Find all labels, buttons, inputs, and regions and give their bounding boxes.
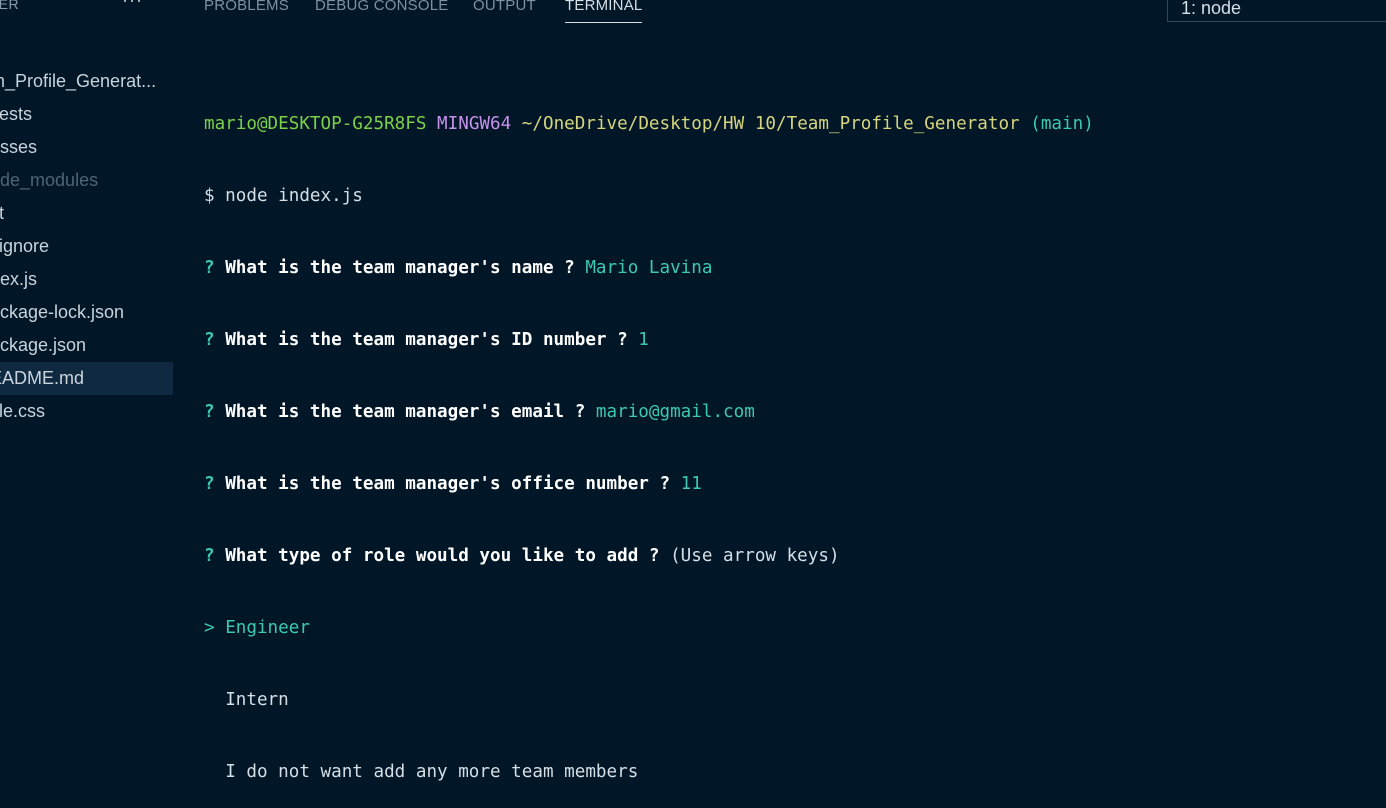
tree-item-label: ode_modules	[0, 170, 99, 190]
question-mark: ?	[204, 474, 215, 494]
tree-item[interactable]: ackage.json	[0, 329, 173, 362]
option-label: Engineer	[225, 618, 310, 638]
terminal-output[interactable]: mario@DESKTOP-G25R8FS MINGW64 ~/OneDrive…	[204, 64, 1374, 808]
question-mark: ?	[204, 402, 215, 422]
tree-item-label: dex.js	[0, 269, 38, 289]
tree-item[interactable]: itignore	[0, 230, 173, 263]
terminal-select[interactable]: 1: node	[1167, 0, 1386, 22]
question-text: What is the team manager's ID number ?	[225, 330, 628, 350]
terminal-select-value: 1: node	[1181, 0, 1242, 18]
tree-item-label: st	[0, 203, 5, 223]
prompt-env: MINGW64	[437, 114, 512, 134]
explorer-sidebar: RER ··· ) m_Profile_Generat... sests ass…	[0, 0, 173, 425]
tree-item-label: sests	[0, 104, 33, 124]
answer-text: Mario Lavina	[585, 258, 713, 278]
tree-item[interactable]: m_Profile_Generat...	[0, 65, 173, 98]
tree-item[interactable]: yle.css	[0, 395, 173, 425]
question-mark: ?	[204, 546, 215, 566]
option-intern[interactable]: Intern	[204, 688, 1374, 712]
answer-text: 11	[680, 474, 702, 494]
tab-terminal[interactable]: TERMINAL	[565, 0, 643, 24]
tree-item-label: ackage.json	[0, 335, 87, 355]
tree-item[interactable]: dex.js	[0, 263, 173, 296]
tree-item-label: EADME.md	[0, 368, 85, 388]
prompt-branch: (main)	[1030, 114, 1094, 134]
answer-text: mario@gmail.com	[595, 402, 755, 422]
option-label: I do not want add any more team members	[225, 762, 639, 782]
question-line: ? What is the team manager's ID number ?…	[204, 328, 1374, 352]
tree-item-label: yle.css	[0, 401, 46, 421]
tree-item-label: ackage-lock.json	[0, 302, 125, 322]
tree-item[interactable]: )	[0, 32, 173, 65]
tree-item-selected[interactable]: EADME.md	[0, 362, 173, 395]
panel-tabs: PROBLEMS DEBUG CONSOLE OUTPUT TERMINAL	[188, 0, 1168, 28]
tree-item[interactable]: ackage-lock.json	[0, 296, 173, 329]
question-text: What is the team manager's name ?	[225, 258, 575, 278]
question-line: ? What is the team manager's name ? Mari…	[204, 256, 1374, 280]
option-none[interactable]: I do not want add any more team members	[204, 760, 1374, 784]
tab-output[interactable]: OUTPUT	[473, 0, 536, 24]
question-text: What is the team manager's email ?	[225, 402, 586, 422]
question-mark: ?	[204, 330, 215, 350]
option-engineer[interactable]: > Engineer	[204, 616, 1374, 640]
tree-item-label: asses	[0, 137, 38, 157]
question-line: ? What is the team manager's email ? mar…	[204, 400, 1374, 424]
tab-problems[interactable]: PROBLEMS	[204, 0, 289, 24]
more-actions-icon[interactable]: ···	[122, 0, 143, 11]
tree-item-label: m_Profile_Generat...	[0, 71, 157, 91]
tree-item[interactable]: st	[0, 197, 173, 230]
role-question-text: What type of role would you like to add …	[225, 546, 660, 566]
tree-item[interactable]: asses	[0, 131, 173, 164]
prompt-path: ~/OneDrive/Desktop/HW 10/Team_Profile_Ge…	[521, 114, 1020, 134]
answer-text: 1	[638, 330, 649, 350]
explorer-header: RER ···	[0, 0, 173, 20]
prompt-user: mario@DESKTOP-G25R8FS	[204, 114, 427, 134]
pointer-icon: >	[204, 618, 215, 638]
question-line: ? What is the team manager's office numb…	[204, 472, 1374, 496]
prompt-line: mario@DESKTOP-G25R8FS MINGW64 ~/OneDrive…	[204, 112, 1374, 136]
explorer-title: RER	[0, 0, 20, 12]
tree-item[interactable]: sests	[0, 98, 173, 131]
tree-item-label: itignore	[0, 236, 50, 256]
question-mark: ?	[204, 258, 215, 278]
question-text: What is the team manager's office number…	[225, 474, 671, 494]
command-line: $ node index.js	[204, 186, 363, 206]
role-hint: (Use arrow keys)	[670, 546, 840, 566]
option-label: Intern	[225, 690, 289, 710]
tree-item[interactable]: ode_modules	[0, 164, 173, 197]
role-question-line: ? What type of role would you like to ad…	[204, 544, 1374, 568]
tab-debug-console[interactable]: DEBUG CONSOLE	[315, 0, 448, 24]
